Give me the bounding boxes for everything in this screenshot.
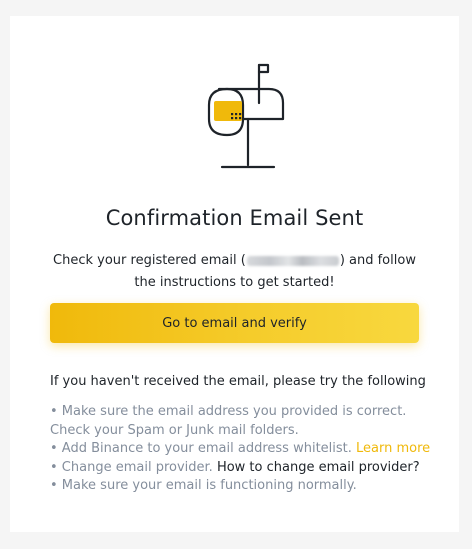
desc-line1-after: ) and follow (339, 253, 416, 268)
tip-change-provider: • Change email provider. How to change e… (50, 459, 450, 478)
tip-check-spam: Check your Spam or Junk mail folders. (50, 422, 299, 438)
confirmation-card: Confirmation Email Sent Check your regis… (10, 16, 459, 532)
instructions-text: Check your registered email ( ) and follo… (50, 250, 419, 294)
go-to-email-button[interactable]: Go to email and verify (50, 303, 419, 343)
tip-change-provider-text: • Change email provider. (50, 459, 217, 475)
page-title: Confirmation Email Sent (105, 206, 364, 230)
masked-email (246, 255, 339, 266)
how-to-change-provider-link[interactable]: How to change email provider? (217, 460, 420, 475)
desc-line1-before: Check your registered email ( (53, 253, 246, 268)
tip-whitelist: • Add Binance to your email address whit… (50, 440, 450, 459)
troubleshoot-list: • Make sure the email address you provid… (50, 403, 450, 496)
troubleshoot-heading: If you haven't received the email, pleas… (50, 374, 426, 389)
learn-more-link[interactable]: Learn more (356, 441, 430, 456)
tip-whitelist-text: • Add Binance to your email address whit… (50, 441, 357, 456)
tip-email-functioning: • Make sure your email is functioning no… (50, 478, 357, 493)
tip-verify-address: • Make sure the email address you provid… (50, 404, 407, 419)
desc-line2: the instructions to get started! (134, 275, 335, 290)
mailbox-icon (207, 63, 285, 169)
